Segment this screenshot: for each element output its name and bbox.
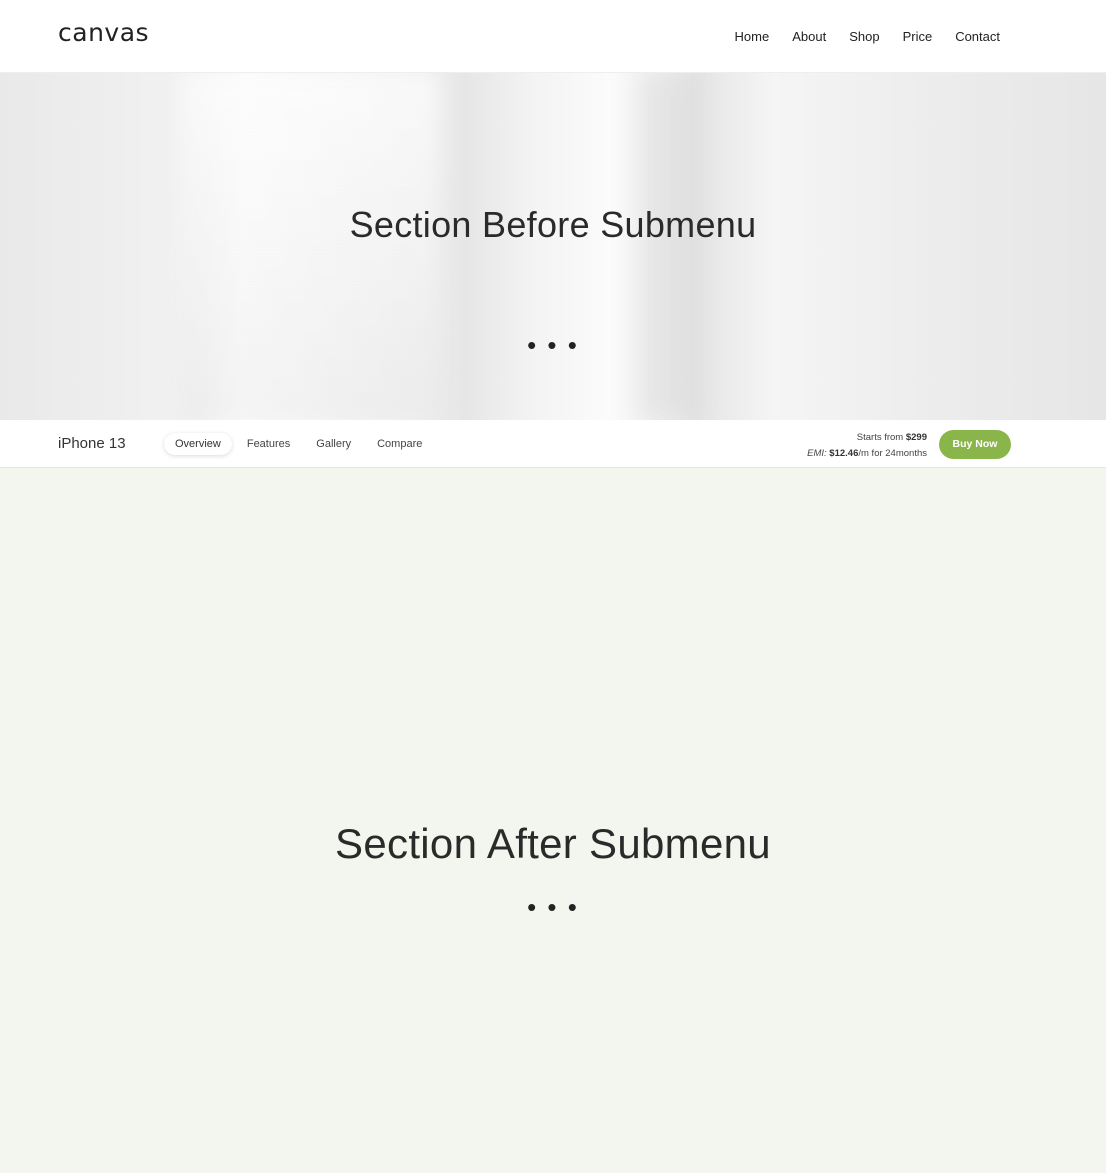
- emi-suffix: /m for 24months: [858, 448, 927, 459]
- nav-price[interactable]: Price: [903, 29, 933, 44]
- nav-contact[interactable]: Contact: [955, 29, 1000, 44]
- site-header: canvas Home About Shop Price Contact: [0, 0, 1106, 73]
- after-section: Section After Submenu • • •: [0, 468, 1106, 1173]
- submenu-gallery[interactable]: Gallery: [305, 433, 362, 455]
- submenu-compare[interactable]: Compare: [366, 433, 433, 455]
- hero-shadow: [180, 73, 440, 420]
- hero-shadow: [640, 73, 700, 420]
- buy-now-button[interactable]: Buy Now: [939, 430, 1011, 459]
- price-prefix: Starts from: [856, 432, 906, 443]
- after-title: Section After Submenu: [335, 820, 771, 867]
- logo[interactable]: canvas: [58, 18, 149, 47]
- hero-section: Section Before Submenu • • •: [0, 73, 1106, 420]
- emi-line: EMI: $12.46/m for 24months: [807, 446, 927, 462]
- nav-home[interactable]: Home: [735, 29, 770, 44]
- pricing-info: Starts from $299 EMI: $12.46/m for 24mon…: [807, 430, 927, 462]
- emi-value: $12.46: [829, 448, 859, 459]
- product-submenu: iPhone 13 Overview Features Gallery Comp…: [0, 420, 1106, 468]
- product-title[interactable]: iPhone 13: [58, 435, 126, 452]
- price-value: $299: [905, 432, 927, 443]
- hero-dots: • • •: [527, 330, 579, 360]
- main-nav: Home About Shop Price Contact: [735, 29, 1000, 44]
- submenu-features[interactable]: Features: [236, 433, 301, 455]
- submenu-overview[interactable]: Overview: [164, 433, 232, 455]
- price-line: Starts from $299: [807, 430, 927, 446]
- hero-title: Section Before Submenu: [349, 204, 757, 245]
- nav-about[interactable]: About: [792, 29, 826, 44]
- submenu-nav: Overview Features Gallery Compare: [164, 433, 433, 455]
- after-dots: • • •: [527, 892, 579, 922]
- emi-label: EMI:: [807, 448, 830, 459]
- nav-shop[interactable]: Shop: [849, 29, 879, 44]
